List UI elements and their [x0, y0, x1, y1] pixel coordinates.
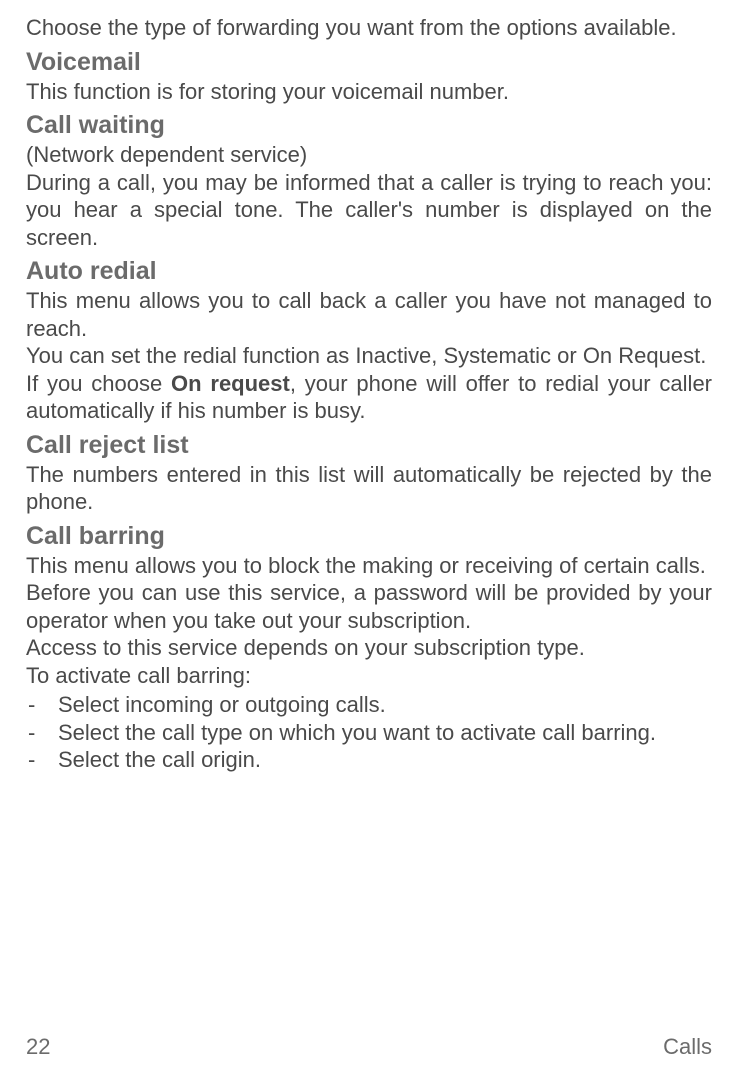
heading-voicemail: Voicemail [26, 48, 712, 77]
call-waiting-p1: (Network dependent service) [26, 141, 712, 169]
list-item: Select the call type on which you want t… [26, 719, 712, 747]
page-number: 22 [26, 1034, 50, 1060]
call-barring-list: Select incoming or outgoing calls. Selec… [26, 691, 712, 774]
footer-section-label: Calls [663, 1034, 712, 1060]
auto-redial-p1: This menu allows you to call back a call… [26, 287, 712, 342]
auto-redial-p3: If you choose On request, your phone wil… [26, 370, 712, 425]
intro-paragraph: Choose the type of forwarding you want f… [26, 14, 712, 42]
heading-call-barring: Call barring [26, 522, 712, 551]
heading-auto-redial: Auto redial [26, 257, 712, 286]
call-barring-p2: Before you can use this service, a passw… [26, 579, 712, 634]
auto-redial-p2: You can set the redial function as Inact… [26, 342, 712, 370]
call-barring-p4: To activate call barring: [26, 662, 712, 690]
list-item: Select the call origin. [26, 746, 712, 774]
auto-redial-p3-bold: On request [171, 371, 290, 396]
auto-redial-p3a: If you choose [26, 371, 171, 396]
call-barring-p1: This menu allows you to block the making… [26, 552, 712, 580]
voicemail-p1: This function is for storing your voicem… [26, 78, 712, 106]
heading-call-waiting: Call waiting [26, 111, 712, 140]
list-item: Select incoming or outgoing calls. [26, 691, 712, 719]
call-reject-list-p1: The numbers entered in this list will au… [26, 461, 712, 516]
call-barring-p3: Access to this service depends on your s… [26, 634, 712, 662]
page-footer: 22 Calls [26, 1034, 712, 1060]
heading-call-reject-list: Call reject list [26, 431, 712, 460]
call-waiting-p2: During a call, you may be informed that … [26, 169, 712, 252]
